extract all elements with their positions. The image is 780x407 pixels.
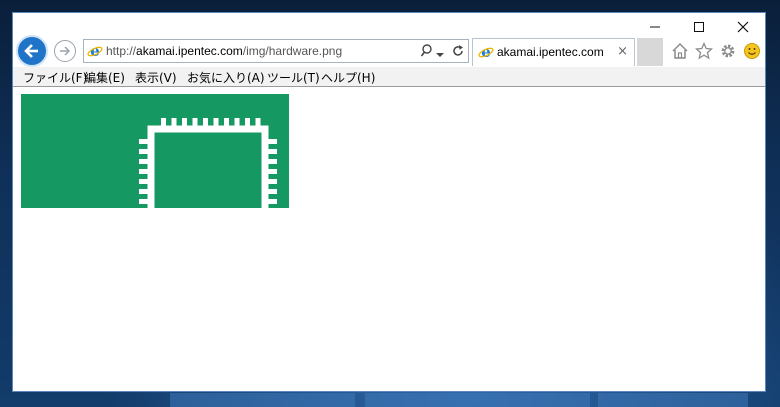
desktop-window-pane	[365, 393, 590, 407]
menu-edit[interactable]: 編集(E)	[84, 69, 125, 86]
page-content	[13, 87, 765, 391]
minimize-icon	[650, 26, 660, 28]
search-icon	[420, 44, 432, 57]
menu-help[interactable]: ヘルプ(H)	[321, 69, 375, 86]
menu-tools[interactable]: ツール(T)	[267, 69, 320, 86]
tab-title: akamai.ipentec.com	[497, 45, 604, 59]
svg-text:e: e	[481, 44, 491, 60]
svg-text:e: e	[90, 43, 100, 59]
search-button[interactable]	[420, 43, 434, 64]
gear-icon	[721, 44, 735, 58]
back-button[interactable]	[16, 35, 48, 67]
address-bar[interactable]: e http://akamai.ipentec.com/img/hardware…	[83, 39, 469, 63]
new-tab-button[interactable]	[637, 38, 663, 66]
navigation-bar: e http://akamai.ipentec.com/img/hardware…	[13, 35, 765, 69]
close-icon	[737, 21, 749, 33]
back-arrow-icon	[24, 44, 38, 58]
chevron-down-icon	[436, 53, 444, 57]
ie-logo-icon: e	[87, 43, 103, 59]
tab-close-button[interactable]: ×	[617, 44, 628, 59]
desktop-window-pane	[170, 393, 355, 407]
home-icon	[672, 42, 688, 59]
menu-bar: ファイル(F) 編集(E) 表示(V) お気に入り(A) ツール(T) ヘルプ(…	[13, 67, 765, 87]
chip-icon	[21, 94, 289, 217]
menu-favorites[interactable]: お気に入り(A)	[187, 69, 265, 86]
star-icon	[695, 42, 713, 60]
refresh-icon	[453, 45, 463, 56]
settings-button[interactable]	[718, 41, 738, 61]
favorites-button[interactable]	[694, 41, 714, 61]
maximize-icon	[694, 22, 704, 32]
menu-view[interactable]: 表示(V)	[135, 69, 177, 86]
browser-window: e http://akamai.ipentec.com/img/hardware…	[12, 12, 766, 392]
feedback-button[interactable]	[742, 41, 762, 61]
tab-akamai[interactable]: e akamai.ipentec.com ×	[472, 38, 635, 66]
forward-arrow-icon	[60, 46, 71, 56]
url-text: http://akamai.ipentec.com/img/hardware.p…	[106, 44, 343, 58]
smiley-icon	[744, 43, 760, 59]
hardware-image	[21, 94, 289, 217]
desktop-window-pane	[598, 393, 748, 407]
address-dropdown-button[interactable]	[436, 46, 444, 64]
ie-logo-icon: e	[478, 44, 494, 60]
menu-file[interactable]: ファイル(F)	[23, 69, 87, 86]
refresh-button[interactable]	[451, 44, 465, 63]
forward-button[interactable]	[54, 40, 76, 62]
home-button[interactable]	[670, 41, 690, 61]
